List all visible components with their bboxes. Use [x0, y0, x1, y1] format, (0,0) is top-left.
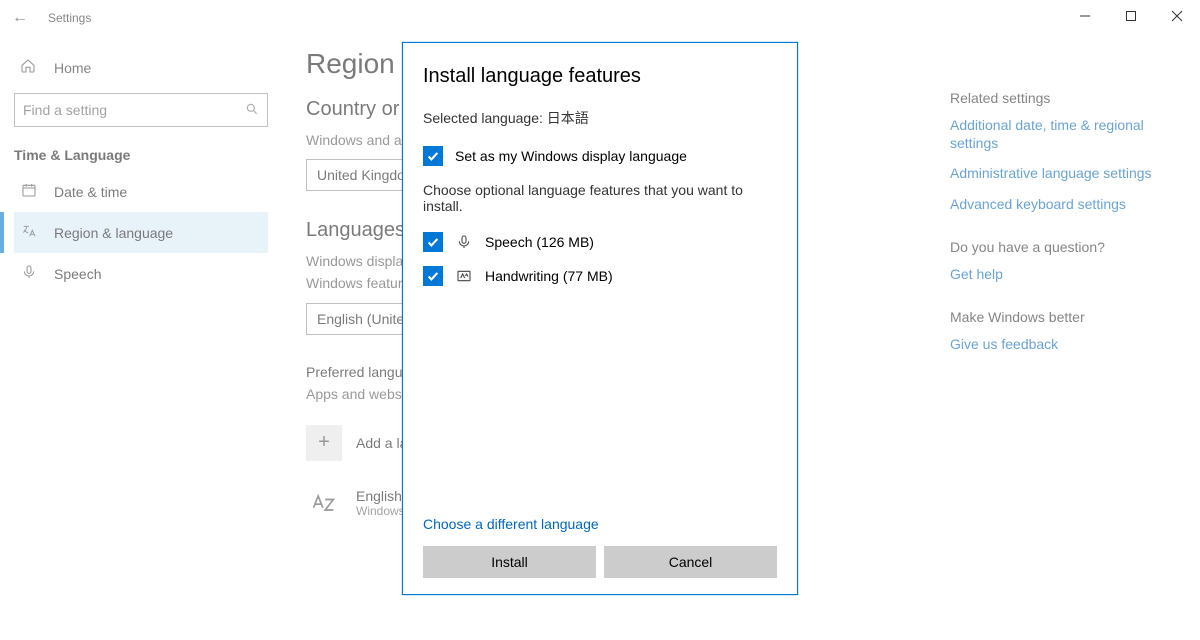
feature-handwriting-label: Handwriting (77 MB) — [485, 268, 613, 284]
feature-handwriting-row[interactable]: Handwriting (77 MB) — [423, 266, 777, 286]
sidebar-item-label: Region & language — [54, 225, 173, 241]
checkbox-checked-icon[interactable] — [423, 146, 443, 166]
window-close[interactable] — [1154, 0, 1200, 32]
install-button[interactable]: Install — [423, 546, 596, 578]
microphone-icon — [455, 234, 473, 250]
related-link-admin[interactable]: Administrative language settings — [950, 164, 1160, 182]
calendar-icon — [20, 182, 38, 201]
window-maximize[interactable] — [1108, 0, 1154, 32]
get-help-link[interactable]: Get help — [950, 265, 1160, 283]
sidebar-section-title: Time & Language — [14, 147, 268, 163]
choose-different-language-link[interactable]: Choose a different language — [423, 516, 777, 532]
sidebar-item-date-time[interactable]: Date & time — [14, 171, 268, 212]
checkbox-checked-icon[interactable] — [423, 232, 443, 252]
related-link-regional[interactable]: Additional date, time & regional setting… — [950, 116, 1160, 152]
search-icon — [245, 102, 259, 119]
home-icon — [20, 58, 38, 77]
home-label: Home — [54, 60, 91, 76]
feedback-link[interactable]: Give us feedback — [950, 335, 1160, 353]
handwriting-icon — [455, 268, 473, 284]
cancel-button[interactable]: Cancel — [604, 546, 777, 578]
language-az-icon — [306, 485, 342, 521]
globe-az-icon — [20, 223, 38, 242]
selected-language-value: 日本語 — [547, 110, 589, 126]
plus-icon: + — [306, 425, 342, 461]
install-language-dialog: Install language features Selected langu… — [402, 42, 798, 595]
search-placeholder: Find a setting — [23, 102, 107, 118]
search-input[interactable]: Find a setting — [14, 93, 268, 127]
feature-speech-row[interactable]: Speech (126 MB) — [423, 232, 777, 252]
dialog-title: Install language features — [423, 65, 777, 88]
window-title: Settings — [48, 11, 91, 25]
better-title: Make Windows better — [950, 309, 1160, 325]
choose-hint: Choose optional language features that y… — [423, 182, 777, 214]
set-display-language-row[interactable]: Set as my Windows display language — [423, 146, 777, 166]
microphone-icon — [20, 264, 38, 283]
sidebar-item-speech[interactable]: Speech — [14, 253, 268, 294]
feature-speech-label: Speech (126 MB) — [485, 234, 594, 250]
related-link-keyboard[interactable]: Advanced keyboard settings — [950, 195, 1160, 213]
home-nav[interactable]: Home — [14, 48, 268, 87]
selected-language-row: Selected language: 日本語 — [423, 108, 777, 128]
sidebar-item-region-language[interactable]: Region & language — [14, 212, 268, 253]
set-display-label: Set as my Windows display language — [455, 148, 687, 164]
window-minimize[interactable] — [1062, 0, 1108, 32]
related-title: Related settings — [950, 90, 1160, 106]
question-title: Do you have a question? — [950, 239, 1160, 255]
sidebar-item-label: Speech — [54, 266, 101, 282]
back-button[interactable]: ← — [0, 9, 40, 27]
sidebar-item-label: Date & time — [54, 184, 127, 200]
checkbox-checked-icon[interactable] — [423, 266, 443, 286]
